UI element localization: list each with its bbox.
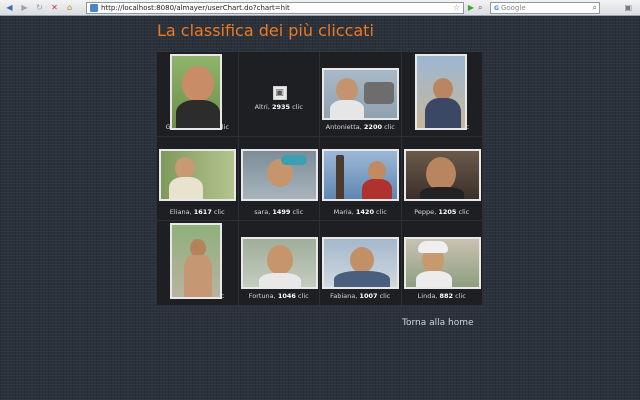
person-photo[interactable] <box>159 148 236 201</box>
search-input[interactable]: G Google ⌕ <box>490 2 600 14</box>
person-caption: Peppe, 1205 clic <box>414 207 470 216</box>
person-caption: Antonietta, 2200 clic <box>325 123 395 132</box>
person-photo[interactable] <box>322 237 399 290</box>
person-photo[interactable] <box>403 237 481 290</box>
person-card-5[interactable]: Eliana, 1617 clic <box>157 136 239 222</box>
browser-toolbar: ◀ ▶ ↻ ✕ ⌂ http://localhost:8080/almayer/… <box>0 0 640 16</box>
person-caption: Eliana, 1617 clic <box>169 207 225 216</box>
person-photo[interactable] <box>322 148 399 201</box>
forward-icon[interactable]: ▶ <box>19 2 30 13</box>
person-caption: Altri, 2935 clic <box>254 103 303 111</box>
person-card-3[interactable]: Antonietta, 2200 clic <box>320 52 402 137</box>
go-icon[interactable]: ▶ <box>466 3 476 13</box>
stop-icon[interactable]: ✕ <box>49 2 60 13</box>
menu-icon[interactable]: ▣ <box>624 3 632 12</box>
person-caption: Fortuna, 1046 clic <box>248 292 309 301</box>
search-engine-icon[interactable]: ⌕ <box>478 3 488 13</box>
google-icon: G <box>494 4 499 12</box>
person-card-12[interactable]: Linda, 882 clic <box>401 221 483 306</box>
person-photo[interactable] <box>240 237 318 290</box>
person-card-1[interactable]: Gianluca, 5873 clic <box>157 52 239 137</box>
broken-image-icon[interactable]: ▣ <box>272 86 287 100</box>
back-icon[interactable]: ◀ <box>4 2 15 13</box>
person-photo[interactable] <box>414 54 467 130</box>
url-bar[interactable]: http://localhost:8080/almayer/userChart.… <box>86 2 464 14</box>
search-go-icon[interactable]: ⌕ <box>593 3 597 13</box>
person-caption: Maria, 1420 clic <box>333 207 387 216</box>
person-card-4[interactable]: Marco, 1818 clic <box>401 52 483 137</box>
person-photo[interactable] <box>170 223 222 300</box>
person-photo[interactable] <box>322 68 399 120</box>
search-placeholder: Google <box>500 4 526 12</box>
bookmark-star-icon[interactable]: ☆ <box>453 3 460 12</box>
person-photo[interactable] <box>403 148 481 201</box>
person-card-8[interactable]: Peppe, 1205 clic <box>401 136 483 222</box>
home-link[interactable]: Torna alla home <box>402 318 474 328</box>
person-card-9[interactable]: Nanni, 1185 clic <box>157 221 239 306</box>
person-caption: Linda, 882 clic <box>417 292 466 301</box>
reload-icon[interactable]: ↻ <box>34 2 45 13</box>
person-card-11[interactable]: Fabiana, 1007 clic <box>320 221 402 306</box>
person-card-7[interactable]: Maria, 1420 clic <box>320 136 402 222</box>
favicon-icon <box>90 4 98 12</box>
person-card-6[interactable]: sara, 1499 clic <box>238 136 320 222</box>
ranking-grid: Gianluca, 5873 clic ▣ Altri, 2935 clic A… <box>157 52 483 306</box>
page-title: La classifica dei più cliccati <box>157 21 374 40</box>
person-caption: Fabiana, 1007 clic <box>330 292 391 301</box>
url-text[interactable]: http://localhost:8080/almayer/userChart.… <box>101 4 290 12</box>
person-caption: sara, 1499 clic <box>254 207 304 216</box>
person-card-2[interactable]: ▣ Altri, 2935 clic <box>238 52 320 137</box>
person-card-10[interactable]: Fortuna, 1046 clic <box>238 221 320 306</box>
person-photo[interactable] <box>170 54 222 130</box>
person-photo[interactable] <box>240 148 318 201</box>
home-icon[interactable]: ⌂ <box>64 2 75 13</box>
